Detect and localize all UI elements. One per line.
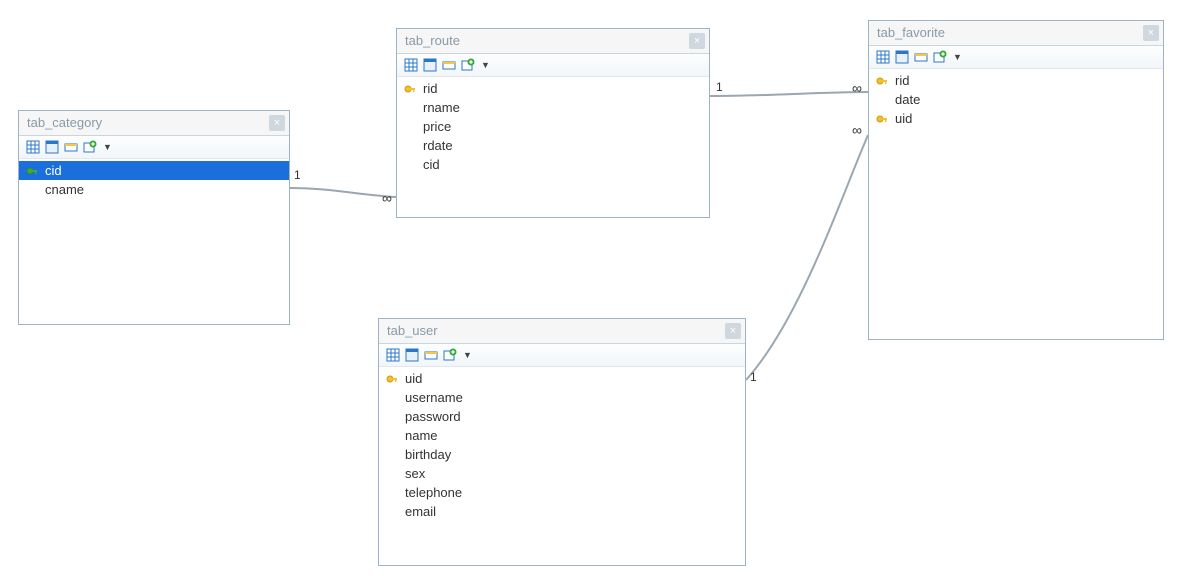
toolbar-key-icon[interactable]	[913, 49, 929, 65]
column-row[interactable]: price	[397, 117, 709, 136]
toolbar-table-icon[interactable]	[44, 139, 60, 155]
cardinality-one: 1	[716, 80, 723, 94]
column-name: rname	[423, 100, 701, 115]
close-icon[interactable]: ×	[689, 33, 705, 49]
column-name: cid	[423, 157, 701, 172]
table-toolbar: ▼	[869, 46, 1163, 69]
column-row[interactable]: birthday	[379, 445, 745, 464]
toolbar-grid-icon[interactable]	[875, 49, 891, 65]
toolbar-key-icon[interactable]	[423, 347, 439, 363]
column-row[interactable]: cid	[397, 155, 709, 174]
table-title: tab_category	[27, 111, 269, 135]
column-name: date	[895, 92, 1155, 107]
toolbar-table-icon[interactable]	[404, 347, 420, 363]
column-name: email	[405, 504, 737, 519]
column-row[interactable]: rid	[869, 71, 1163, 90]
table-title: tab_route	[405, 29, 689, 53]
column-list: rid rname price rdate cid	[397, 77, 709, 180]
column-row[interactable]: email	[379, 502, 745, 521]
column-list: uid username password name birthday sex …	[379, 367, 745, 527]
key-icon	[875, 113, 889, 125]
key-icon	[385, 373, 399, 385]
column-row[interactable]: uid	[379, 369, 745, 388]
cardinality-one: 1	[750, 370, 757, 384]
column-name: price	[423, 119, 701, 134]
toolbar-dropdown-icon[interactable]: ▼	[463, 347, 472, 363]
cardinality-many: ∞	[852, 80, 862, 96]
close-icon[interactable]: ×	[725, 323, 741, 339]
column-row[interactable]: date	[869, 90, 1163, 109]
toolbar-add-icon[interactable]	[460, 57, 476, 73]
column-row[interactable]: rid	[397, 79, 709, 98]
key-icon	[875, 75, 889, 87]
table-titlebar[interactable]: tab_favorite ×	[869, 21, 1163, 46]
toolbar-key-icon[interactable]	[63, 139, 79, 155]
table-titlebar[interactable]: tab_user ×	[379, 319, 745, 344]
column-row[interactable]: uid	[869, 109, 1163, 128]
column-name: username	[405, 390, 737, 405]
cardinality-one: 1	[294, 168, 301, 182]
column-list: cid cname	[19, 159, 289, 205]
toolbar-add-icon[interactable]	[82, 139, 98, 155]
toolbar-grid-icon[interactable]	[25, 139, 41, 155]
toolbar-add-icon[interactable]	[442, 347, 458, 363]
cardinality-many: ∞	[382, 190, 392, 206]
toolbar-grid-icon[interactable]	[385, 347, 401, 363]
column-name: rid	[423, 81, 701, 96]
table-title: tab_favorite	[877, 21, 1143, 45]
table-window-category[interactable]: tab_category × ▼ cid cname	[18, 110, 290, 325]
table-toolbar: ▼	[397, 54, 709, 77]
cardinality-many: ∞	[852, 122, 862, 138]
toolbar-dropdown-icon[interactable]: ▼	[103, 139, 112, 155]
table-titlebar[interactable]: tab_category ×	[19, 111, 289, 136]
column-name: rdate	[423, 138, 701, 153]
column-name: sex	[405, 466, 737, 481]
toolbar-key-icon[interactable]	[441, 57, 457, 73]
table-toolbar: ▼	[379, 344, 745, 367]
table-toolbar: ▼	[19, 136, 289, 159]
table-window-route[interactable]: tab_route × ▼ rid rname price	[396, 28, 710, 218]
column-name: telephone	[405, 485, 737, 500]
column-row[interactable]: username	[379, 388, 745, 407]
table-titlebar[interactable]: tab_route ×	[397, 29, 709, 54]
toolbar-table-icon[interactable]	[894, 49, 910, 65]
column-name: uid	[405, 371, 737, 386]
column-row[interactable]: name	[379, 426, 745, 445]
column-row-selected[interactable]: cid	[19, 161, 289, 180]
toolbar-table-icon[interactable]	[422, 57, 438, 73]
column-row[interactable]: rdate	[397, 136, 709, 155]
table-window-user[interactable]: tab_user × ▼ uid username passwo	[378, 318, 746, 566]
key-icon	[25, 165, 39, 177]
toolbar-add-icon[interactable]	[932, 49, 948, 65]
column-name: name	[405, 428, 737, 443]
toolbar-dropdown-icon[interactable]: ▼	[953, 49, 962, 65]
column-list: rid date uid	[869, 69, 1163, 134]
table-title: tab_user	[387, 319, 725, 343]
column-name: uid	[895, 111, 1155, 126]
close-icon[interactable]: ×	[269, 115, 285, 131]
toolbar-grid-icon[interactable]	[403, 57, 419, 73]
column-row[interactable]: rname	[397, 98, 709, 117]
table-window-favorite[interactable]: tab_favorite × ▼ rid date	[868, 20, 1164, 340]
column-row[interactable]: telephone	[379, 483, 745, 502]
column-row[interactable]: cname	[19, 180, 289, 199]
column-name: cname	[45, 182, 281, 197]
column-name: cid	[45, 163, 281, 178]
column-name: birthday	[405, 447, 737, 462]
column-name: password	[405, 409, 737, 424]
toolbar-dropdown-icon[interactable]: ▼	[481, 57, 490, 73]
column-row[interactable]: password	[379, 407, 745, 426]
key-icon	[403, 83, 417, 95]
column-row[interactable]: sex	[379, 464, 745, 483]
close-icon[interactable]: ×	[1143, 25, 1159, 41]
column-name: rid	[895, 73, 1155, 88]
